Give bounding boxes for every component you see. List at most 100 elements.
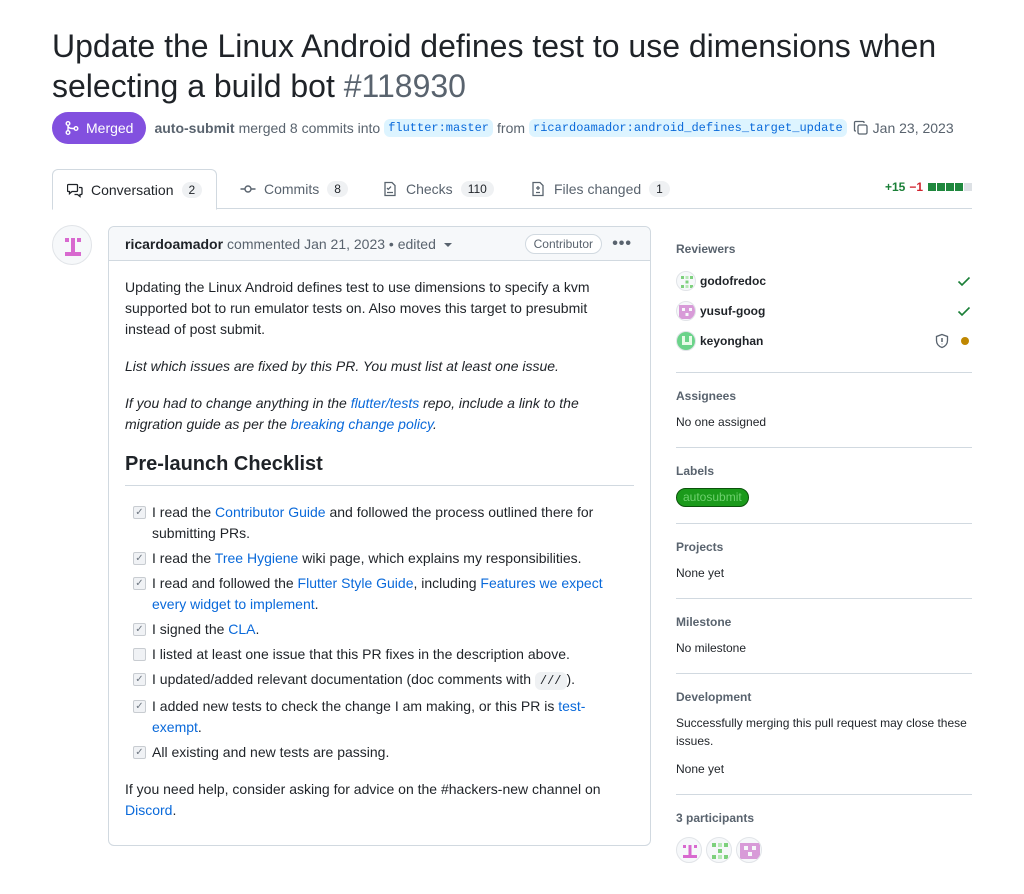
checklist-text: . (314, 596, 319, 612)
checklist-link[interactable]: Contributor Guide (215, 504, 326, 520)
intro-paragraph: Updating the Linux Android defines test … (125, 279, 590, 337)
comment-discussion-icon (67, 183, 83, 198)
avatar[interactable] (676, 837, 702, 863)
checklist-item-text: I read the Contributor Guide and followe… (152, 502, 634, 544)
checklist-text: I signed the (152, 621, 229, 637)
reviewer-row[interactable]: yusuf-goog (676, 296, 972, 326)
merged-status-badge: Merged (52, 112, 147, 144)
projects-value: None yet (676, 566, 725, 580)
checklist-text: I added new tests to check the change I … (152, 698, 559, 714)
tab-commits-count: 8 (327, 181, 348, 197)
milestone-title[interactable]: Milestone (676, 615, 972, 629)
reviewer-row[interactable]: godofredoc (676, 266, 972, 296)
checked-checkbox[interactable]: ✓ (133, 577, 146, 590)
reviewer-name: keyonghan (700, 334, 764, 348)
milestone-section: Milestone No milestone (676, 599, 972, 674)
checked-checkbox[interactable]: ✓ (133, 746, 146, 759)
pr-meta: Merged auto-submit merged 8 commits into… (52, 112, 954, 144)
diffstat-block (964, 183, 972, 191)
comment-body: Updating the Linux Android defines test … (109, 261, 650, 853)
file-diff-icon (532, 181, 544, 197)
tab-files-changed-label: Files changed (554, 181, 642, 197)
tab-commits-label: Commits (264, 181, 320, 197)
participants-avatars (676, 837, 972, 863)
reviewers-section: Reviewers godofredoc yusuf-goog keyongha… (676, 226, 972, 373)
issues-note: List which issues are fixed by this PR. … (125, 358, 559, 374)
checklist-text: All existing and new tests are passing. (152, 744, 390, 760)
checked-checkbox[interactable]: ✓ (133, 552, 146, 565)
assignees-title[interactable]: Assignees (676, 389, 972, 403)
tab-files-changed[interactable]: Files changed 1 (516, 169, 684, 209)
avatar[interactable] (706, 837, 732, 863)
checklist-item: ✓ I updated/added relevant documentation … (125, 669, 634, 692)
diffstat-block (955, 183, 963, 191)
avatar[interactable] (736, 837, 762, 863)
checklist-text: I read the (152, 550, 215, 566)
checked-checkbox[interactable]: ✓ (133, 506, 146, 519)
merge-author-link[interactable]: auto-submit (154, 120, 234, 136)
pending-dot-icon (961, 337, 969, 345)
diffstat-block (928, 183, 936, 191)
check-icon (957, 276, 971, 287)
unchecked-checkbox[interactable] (133, 648, 146, 661)
flutter-tests-link[interactable]: flutter/tests (351, 395, 419, 411)
check-icon (957, 306, 971, 317)
comment-author-avatar[interactable] (52, 225, 92, 265)
participants-section: 3 participants (676, 795, 972, 879)
checklist-item: ✓ I added new tests to check the change I… (125, 696, 634, 738)
projects-title[interactable]: Projects (676, 540, 972, 554)
checklist-item-text: I added new tests to check the change I … (152, 696, 634, 738)
head-branch-link[interactable]: ricardoamador:android_defines_target_upd… (529, 119, 847, 137)
checklist-item-text: I read and followed the Flutter Style Gu… (152, 573, 634, 615)
checklist-heading: Pre-launch Checklist (125, 451, 634, 486)
checked-checkbox[interactable]: ✓ (133, 623, 146, 636)
checklist-item: ✓ I read and followed the Flutter Style G… (125, 573, 634, 615)
checklist-link[interactable]: Tree Hygiene (215, 550, 299, 566)
comment-header: ricardoamador commented Jan 21, 2023 • e… (109, 227, 650, 261)
development-title[interactable]: Development (676, 690, 972, 704)
label-autosubmit[interactable]: autosubmit (676, 488, 749, 507)
change-note-text: If you had to change anything in the (125, 395, 351, 411)
assignees-value: No one assigned (676, 415, 767, 429)
checklist-text: wiki page, which explains my responsibil… (298, 550, 582, 566)
copy-icon[interactable] (853, 120, 869, 136)
reviewer-row[interactable]: keyonghan (676, 326, 972, 356)
checked-checkbox[interactable]: ✓ (133, 700, 146, 713)
reviewer-name: yusuf-goog (700, 304, 766, 318)
checklist-link[interactable]: Flutter Style Guide (298, 575, 414, 591)
avatar (676, 301, 696, 321)
development-text: Successfully merging this pull request m… (676, 716, 967, 748)
breaking-change-policy-link[interactable]: breaking change policy (291, 416, 433, 432)
labels-title[interactable]: Labels (676, 464, 972, 478)
checked-checkbox[interactable]: ✓ (133, 673, 146, 686)
comment-author[interactable]: ricardoamador (125, 236, 223, 252)
tab-checks-count: 110 (460, 181, 494, 197)
diffstat-block (937, 183, 945, 191)
tab-conversation[interactable]: Conversation 2 (52, 169, 218, 210)
pre-launch-checklist: ✓ I read the Contributor Guide and follow… (125, 502, 634, 763)
base-branch-link[interactable]: flutter:master (384, 119, 494, 137)
comment-action: commented Jan 21, 2023 • edited (227, 235, 436, 252)
checklist-link[interactable]: CLA (228, 621, 255, 637)
discord-link[interactable]: Discord (125, 802, 172, 818)
checklist-item: ✓ I signed the CLA. (125, 619, 634, 640)
git-merge-icon (65, 121, 79, 135)
checklist-text: I updated/added relevant documentation (… (152, 671, 535, 687)
reviewers-title[interactable]: Reviewers (676, 242, 972, 256)
edit-history-dropdown[interactable] (443, 242, 452, 247)
labels-section: Labels autosubmit (676, 448, 972, 524)
checklist-item: I listed at least one issue that this PR… (125, 644, 634, 665)
checklist-item-text: I read the Tree Hygiene wiki page, which… (152, 548, 582, 569)
help-paragraph: If you need help, consider asking for ad… (125, 779, 634, 821)
diffstat-additions: +15 (884, 180, 906, 194)
checklist-text: ). (566, 671, 576, 687)
checklist-text: I read and followed the (152, 575, 298, 591)
checklist-text: I read the (152, 504, 216, 520)
checklist-text: . (197, 719, 202, 735)
comment-options-button[interactable]: ••• (612, 235, 632, 253)
checklist-icon (384, 181, 396, 197)
pr-description-comment: ricardoamador commented Jan 21, 2023 • e… (108, 226, 651, 846)
tab-commits[interactable]: Commits 8 (226, 169, 362, 209)
tab-checks[interactable]: Checks 110 (368, 169, 508, 209)
diffstat-deletions: −1 (909, 180, 923, 194)
